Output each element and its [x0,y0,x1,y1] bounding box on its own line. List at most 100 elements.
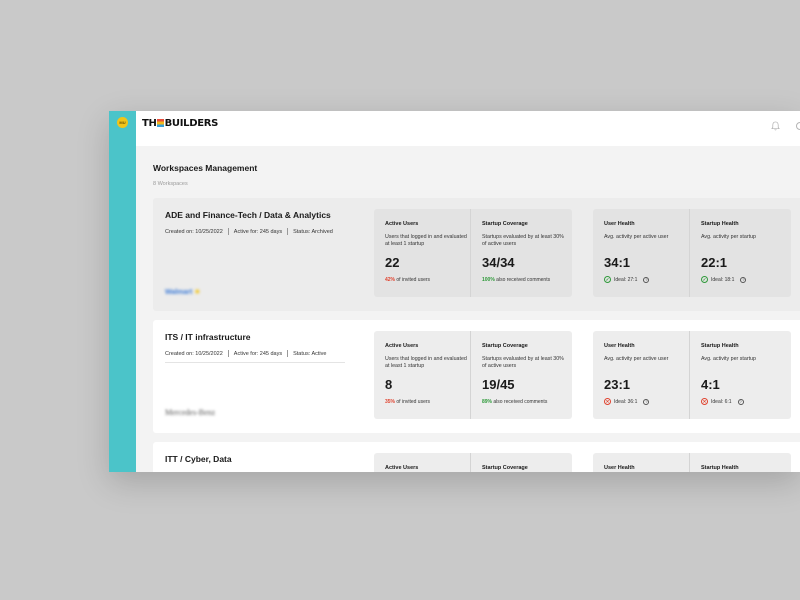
help-icon[interactable]: ? [643,276,650,283]
x-circle-icon: ✕ [604,398,611,405]
adoption-metrics-panel: Active Users Startup Coverage [374,453,572,472]
client-logo: Mercedes-Benz [165,408,215,417]
metric-description: Startups evaluated by at least 30% of ac… [482,234,564,247]
help-icon[interactable]: ? [643,398,650,405]
metric-value: 19/45 [482,377,515,392]
metric-footnote-text: of invited users [395,277,431,283]
metric-value: 34/34 [482,255,515,270]
metric-footnote: 35% of invited users [385,399,430,405]
metric-label: Active Users [385,221,419,227]
startup-coverage-metric: Startup Coverage [470,453,565,472]
user-health-metric: User Health [593,453,688,472]
avatar[interactable]: MU [117,117,128,128]
active-duration: Active for: 245 days [233,228,283,235]
user-health-metric: User Health Avg. activity per active use… [593,209,688,297]
metric-percent: 100% [482,277,495,283]
ideal-text: Ideal: 36:1 [614,398,638,405]
metric-percent: 35% [385,399,396,405]
metric-description: Avg. activity per active user [604,234,669,240]
metric-description: Avg. activity per active user [604,356,669,362]
health-metrics-panel: User Health Startup Health [593,453,791,472]
metric-footnote: 89% also received comments [482,399,547,405]
workspace-card[interactable]: ITT / Cyber, Data Active Users Startup C… [153,442,800,472]
client-name: Mercedes-Benz [165,408,216,417]
active-users-metric: Active Users Users that logged in and ev… [374,209,469,297]
metric-label: Startup Health [701,465,739,471]
metric-footnote: 42% of invited users [385,277,430,283]
sidebar: MU [109,111,136,472]
active-users-metric: Active Users [374,453,469,472]
metric-value: 22 [385,255,400,270]
top-bar: TH BUILDERS [136,111,800,146]
metric-footnote-text: also received comments [492,399,548,405]
metric-label: Startup Coverage [482,465,528,471]
ideal-text: Ideal: 18:1 [711,276,735,283]
metric-label: User Health [604,343,635,349]
metric-value: 22:1 [701,255,728,270]
workspace-title[interactable]: ITT / Cyber, Data [165,454,232,464]
ideal-text: Ideal: 27:1 [614,276,638,283]
metric-description: Avg. activity per startup [701,356,756,362]
page-title: Workspaces Management [153,163,258,173]
metric-description: Avg. activity per startup [701,234,756,240]
client-logo: Walmart ✳ [165,289,201,296]
workspace-meta: Created on: 10/25/2022 Active for: 245 da… [165,228,333,235]
metric-label: Startup Health [701,343,739,349]
metric-label: Startup Coverage [482,221,528,227]
metric-footnote: 100% also received comments [482,277,550,283]
metric-label: Active Users [385,465,419,471]
logo-stripe-icon [157,119,165,127]
metric-description: Startups evaluated by at least 30% of ac… [482,356,564,369]
account-menu-icon[interactable] [796,122,800,130]
startup-health-metric: Startup Health Avg. activity per startup… [689,209,784,297]
help-icon[interactable]: ? [737,398,744,405]
metric-footnote-text: also received comments [494,277,551,283]
workspace-title[interactable]: ADE and Finance-Tech / Data & Analytics [165,210,331,220]
metric-value: 8 [385,377,393,392]
metric-label: Startup Health [701,221,739,227]
metric-value: 34:1 [604,255,631,270]
workspace-count: 8 Workspaces [153,181,188,187]
metric-label: Active Users [385,343,419,349]
workspace-status: Status: Archived [293,228,333,235]
workspace-meta: Created on: 10/25/2022 Active for: 245 da… [165,350,326,357]
startup-coverage-metric: Startup Coverage Startups evaluated by a… [470,331,565,419]
help-icon[interactable]: ? [740,276,747,283]
workspace-title[interactable]: ITS / IT infrastructure [165,332,251,342]
metric-value: 4:1 [701,377,720,392]
startup-health-metric: Startup Health Avg. activity per startup… [689,331,784,419]
x-circle-icon: ✕ [701,398,708,405]
metric-footnote-text: of invited users [395,399,431,405]
check-circle-icon: ✓ [701,276,708,283]
metric-label: User Health [604,465,635,471]
ideal-ratio: ✓ Ideal: 27:1? [604,276,650,283]
user-health-metric: User Health Avg. activity per active use… [593,331,688,419]
logo-text-left: TH [142,118,157,129]
metric-value: 23:1 [604,377,631,392]
workspace-card[interactable]: ADE and Finance-Tech / Data & Analytics … [153,198,800,311]
workspace-status: Status: Active [293,350,327,357]
adoption-metrics-panel: Active Users Users that logged in and ev… [374,209,572,297]
ideal-ratio: ✓ Ideal: 18:1? [701,276,747,283]
metric-percent: 42% [385,277,396,283]
app-logo[interactable]: TH BUILDERS [142,118,218,130]
metric-description: Users that logged in and evaluated at le… [385,356,467,369]
adoption-metrics-panel: Active Users Users that logged in and ev… [374,331,572,419]
created-date: Created on: 10/25/2022 [165,350,223,357]
app-window: MU TH BUILDERS Workspaces Management 8 Wo… [109,111,800,472]
metric-label: Startup Coverage [482,343,528,349]
ideal-ratio: ✕ Ideal: 6:1? [701,398,744,405]
created-date: Created on: 10/25/2022 [165,228,223,235]
check-circle-icon: ✓ [604,276,611,283]
metric-description: Users that logged in and evaluated at le… [385,234,467,247]
startup-health-metric: Startup Health [689,453,784,472]
workspace-card[interactable]: ITS / IT infrastructure Created on: 10/2… [153,320,800,433]
metric-percent: 89% [482,399,493,405]
startup-coverage-metric: Startup Coverage Startups evaluated by a… [470,209,565,297]
bell-icon[interactable] [771,121,780,131]
ideal-text: Ideal: 6:1 [711,398,732,405]
main-content: Workspaces Management 8 Workspaces ADE a… [136,146,800,472]
client-name: Walmart [165,289,193,296]
ideal-ratio: ✕ Ideal: 36:1? [604,398,650,405]
logo-text-right: BUILDERS [164,118,219,129]
